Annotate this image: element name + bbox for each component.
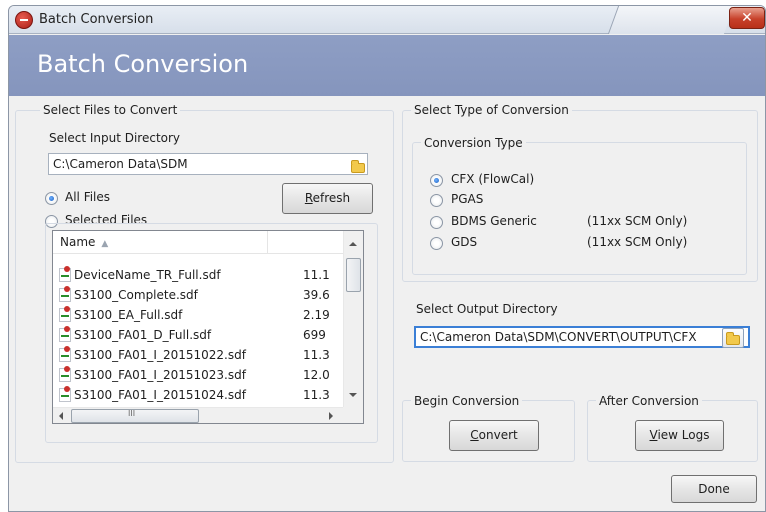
input-dir-value: C:\Cameron Data\SDM (53, 157, 188, 171)
file-size: 11.1 (303, 268, 330, 282)
grip-icon: III (128, 409, 136, 418)
file-size: 699 (303, 328, 326, 342)
bdms-note: (11xx SCM Only) (587, 214, 688, 228)
scroll-left-icon[interactable] (59, 412, 63, 420)
radio-bdms-generic[interactable] (430, 216, 443, 229)
sdf-file-icon (59, 386, 71, 402)
select-files-group-label: Select Files to Convert (40, 103, 181, 117)
convert-label: onvert (478, 428, 518, 442)
file-size: 12.0 (303, 368, 330, 382)
radio-pgas-label: PGAS (451, 192, 484, 206)
view-logs-button[interactable]: View Logs (635, 420, 724, 451)
list-item[interactable]: S3100_FA01_I_20151022.sdf 11.3 (53, 345, 343, 365)
title-bar-tab (607, 6, 735, 34)
scroll-right-icon[interactable] (329, 412, 333, 420)
sdf-file-icon (59, 346, 71, 362)
input-dir-field[interactable]: C:\Cameron Data\SDM (48, 153, 368, 175)
app-icon (15, 11, 33, 29)
select-type-group-label: Select Type of Conversion (411, 103, 572, 117)
radio-all-files[interactable] (45, 192, 58, 205)
scroll-down-icon[interactable] (349, 393, 357, 397)
vertical-scroll-thumb[interactable] (346, 258, 361, 292)
list-item[interactable]: S3100_FA01_I_20151023.sdf 12.0 (53, 365, 343, 385)
output-browse-button[interactable] (722, 328, 744, 348)
list-item[interactable]: S3100_FA01_I_20151024.sdf 11.3 (53, 385, 343, 405)
window-title: Batch Conversion (39, 12, 154, 27)
radio-all-files-label: All Files (65, 190, 111, 204)
list-item[interactable]: S3100_EA_Full.sdf 2.19 (53, 305, 343, 325)
list-item[interactable]: S3100_Complete.sdf 39.6 (53, 285, 343, 305)
horizontal-scrollbar[interactable]: III (53, 407, 343, 423)
list-header: Name ▲ (53, 231, 343, 254)
done-button[interactable]: Done (671, 475, 757, 503)
file-size: 11.3 (303, 348, 330, 362)
sdf-file-icon (59, 326, 71, 342)
radio-gds[interactable] (430, 237, 443, 250)
list-item[interactable]: DeviceName_TR_Full.sdf 11.1 (53, 265, 343, 285)
radio-cfx-label: CFX (FlowCal) (451, 172, 535, 186)
file-rows: DeviceName_TR_Full.sdf 11.1 S3100_Complet… (53, 265, 343, 405)
file-list[interactable]: Name ▲ DeviceName_TR_Full.sdf 11.1 S3100_C… (52, 230, 364, 424)
file-name: S3100_EA_Full.sdf (74, 308, 183, 322)
title-bar[interactable]: Batch Conversion ✕ (9, 6, 765, 34)
output-dir-label: Select Output Directory (416, 302, 558, 316)
file-name: S3100_FA01_I_20151022.sdf (74, 348, 246, 362)
output-dir-field[interactable]: C:\Cameron Data\SDM\CONVERT\OUTPUT\CFX (414, 326, 750, 348)
file-size: 39.6 (303, 288, 330, 302)
refresh-button[interactable]: Refresh (282, 183, 373, 214)
radio-bdms-generic-label: BDMS Generic (451, 214, 537, 228)
close-icon: ✕ (741, 10, 753, 26)
file-name: S3100_FA01_I_20151024.sdf (74, 388, 246, 402)
column-header-name[interactable]: Name ▲ (53, 231, 268, 254)
convert-button[interactable]: Convert (449, 420, 539, 451)
file-name: S3100_FA01_D_Full.sdf (74, 328, 212, 342)
sdf-file-icon (59, 366, 71, 382)
horizontal-scroll-thumb[interactable]: III (71, 409, 199, 423)
radio-gds-label: GDS (451, 235, 478, 249)
begin-conversion-label: Begin Conversion (411, 394, 523, 408)
column-header-name-label: Name (60, 235, 96, 249)
vertical-scrollbar[interactable] (343, 231, 363, 407)
refresh-mnemonic: R (304, 191, 313, 205)
scrollbar-corner (343, 407, 363, 423)
batch-conversion-window: Batch Conversion ✕ Batch Conversion Sele… (8, 5, 766, 512)
output-dir-value: C:\Cameron Data\SDM\CONVERT\OUTPUT\CFX (420, 330, 697, 344)
after-conversion-label: After Conversion (596, 394, 702, 408)
close-button[interactable]: ✕ (729, 7, 765, 29)
radio-pgas[interactable] (430, 194, 443, 207)
header-banner: Batch Conversion (9, 35, 765, 96)
sdf-file-icon (59, 286, 71, 302)
gds-note: (11xx SCM Only) (587, 235, 688, 249)
view-logs-label: iew Logs (657, 428, 710, 442)
refresh-label: efresh (312, 191, 351, 205)
radio-cfx[interactable] (430, 174, 443, 187)
sdf-file-icon (59, 306, 71, 322)
input-dir-label: Select Input Directory (49, 131, 181, 145)
file-name: DeviceName_TR_Full.sdf (74, 268, 221, 282)
folder-icon[interactable] (351, 160, 365, 173)
file-name: S3100_FA01_I_20151023.sdf (74, 368, 246, 382)
scroll-up-icon[interactable] (349, 242, 357, 246)
file-size: 2.19 (303, 308, 330, 322)
conversion-type-group (412, 142, 747, 275)
file-name: S3100_Complete.sdf (74, 288, 198, 302)
conversion-type-group-label: Conversion Type (421, 136, 526, 150)
folder-icon (726, 332, 740, 345)
file-size: 11.3 (303, 388, 330, 402)
sort-ascending-icon: ▲ (101, 239, 109, 249)
convert-mnemonic: C (470, 428, 479, 442)
list-item[interactable]: S3100_FA01_D_Full.sdf 699 (53, 325, 343, 345)
sdf-file-icon (59, 266, 71, 282)
page-title: Batch Conversion (37, 50, 249, 78)
